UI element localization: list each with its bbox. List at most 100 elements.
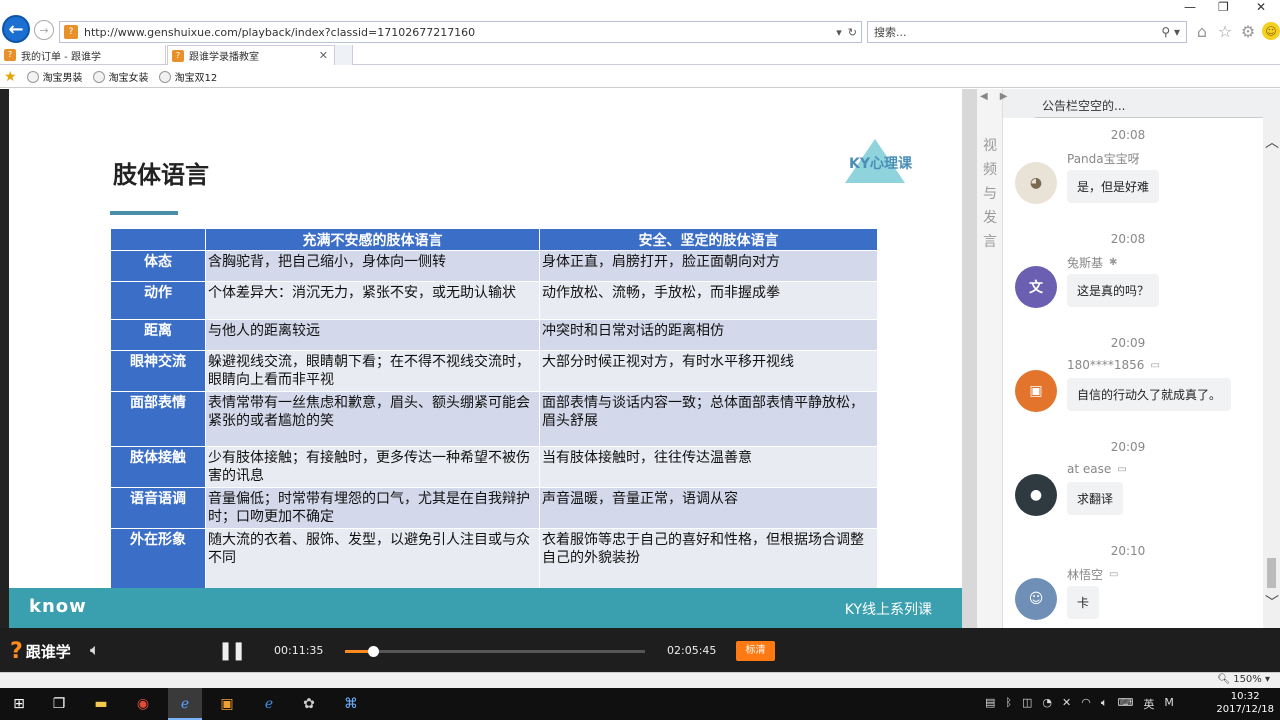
restore-button[interactable]: ❐ [1218, 0, 1229, 14]
close-window-button[interactable]: ✕ [1256, 0, 1266, 14]
progress-handle[interactable] [367, 646, 379, 657]
message-user: 林悟空 ▭ [1067, 566, 1118, 583]
row-category: 距离 [110, 319, 206, 351]
search-placeholder[interactable]: 搜索... [874, 24, 1161, 40]
windows-start-icon[interactable]: ⊞ [8, 693, 30, 715]
avatar[interactable]: 文 [1015, 266, 1057, 308]
forward-button[interactable]: → [34, 20, 54, 40]
insecure-cell: 与他人的距离较远 [205, 319, 540, 351]
clock-time: 10:32 [1230, 691, 1260, 702]
tray-app-icon[interactable]: ✕ [1062, 696, 1071, 712]
zoom-control[interactable]: 🔍︎ 150% ▾ [1217, 674, 1270, 685]
tray-app-icon[interactable]: ◔ [1042, 696, 1052, 712]
volume-icon[interactable]: 🔈︎ [90, 640, 100, 660]
smiley-feedback-icon[interactable]: ☺ [1262, 22, 1280, 40]
table-header-row: 充满不安感的肢体语言 安全、坚定的肢体语言 [110, 228, 878, 251]
ime-indicator[interactable]: 英 [1143, 696, 1154, 712]
message-time: 20:08 [1110, 232, 1146, 246]
internet-explorer-icon[interactable]: ℯ [174, 693, 196, 715]
taskbar: ⊞ ❐ ▬ ◉ ℯ ▣ ℯ ✿ ⌘ ▤ ᛒ ◫ ◔ ✕ ◠ 🔈︎ ⌨ 英 M 1… [0, 688, 1280, 720]
row-category: 面部表情 [110, 391, 206, 447]
edge-icon[interactable]: ℯ [258, 693, 280, 715]
video-and-chat-tab[interactable]: 视频与发言 [983, 134, 999, 254]
tab-my-orders[interactable]: ? 我的订单 - 跟谁学 [0, 45, 166, 65]
url-field[interactable]: ? http://www.genshuixue.com/playback/ind… [59, 21, 862, 43]
scroll-thumb[interactable] [1267, 558, 1276, 588]
next-arrow-icon[interactable]: ▶ [1000, 91, 1008, 102]
progress-bar[interactable] [345, 646, 645, 657]
pause-button[interactable]: ❚❚ [218, 640, 246, 661]
avatar[interactable]: ◕ [1015, 162, 1057, 204]
network-app-icon[interactable]: ⌘ [340, 693, 362, 715]
avatar[interactable]: ● [1015, 474, 1057, 516]
secure-cell: 身体正直，肩膀打开，脸正面朝向对方 [539, 250, 878, 282]
insecure-cell: 含胸驼背，把自己缩小，身体向一侧转 [205, 250, 540, 282]
pc-icon: ▭ [1109, 569, 1119, 580]
favorite-label: 淘宝女装 [108, 73, 149, 84]
chevron-up-icon[interactable]: ︿ [1265, 132, 1279, 152]
home-icon[interactable]: ⌂ [1193, 22, 1211, 41]
slide-scrollbar[interactable] [962, 89, 977, 628]
table-row: 距离 与他人的距离较远 冲突时和日常对话的距离相仿 [110, 319, 878, 351]
tray-app-icon[interactable]: ◫ [1022, 696, 1032, 712]
chevron-down-icon[interactable]: ﹀ [1265, 592, 1279, 612]
forward-arrow-icon: → [39, 23, 49, 37]
app-icon[interactable]: ✿ [298, 693, 320, 715]
favorite-link[interactable]: 淘宝双12 [158, 69, 217, 84]
table-row: 语音语调 音量偏低；时常带有埋怨的口气，尤其是在自我辩护时；口吻更加不确定 声音… [110, 487, 878, 529]
minimize-button[interactable]: — [1184, 0, 1196, 14]
message-user: Panda宝宝呀 [1067, 150, 1146, 167]
favorites-star-icon[interactable]: ★ [4, 69, 17, 85]
message-time: 20:10 [1110, 544, 1146, 558]
favorites-star-icon[interactable]: ☆ [1216, 22, 1234, 41]
chrome-icon[interactable]: ◉ [132, 693, 154, 715]
avatar[interactable]: ▣ [1015, 370, 1057, 412]
file-explorer-icon[interactable]: ▬ [90, 693, 112, 715]
url-text[interactable]: http://www.genshuixue.com/playback/index… [84, 26, 836, 39]
notice-board: 公告栏空空的... [1035, 94, 1263, 118]
tab-favicon-icon: ? [172, 49, 184, 62]
tab-close-icon[interactable]: ✕ [319, 49, 328, 62]
task-view-icon[interactable]: ❐ [48, 693, 70, 715]
back-button[interactable]: ← [2, 15, 30, 43]
chat-scrollbar[interactable]: ︿ ﹀ [1263, 118, 1280, 628]
prev-arrow-icon[interactable]: ◀ [980, 91, 988, 102]
search-field[interactable]: 搜索... ⚲ ▾ [867, 21, 1187, 43]
ky-logo: KY心理课 [839, 139, 919, 183]
dropdown-icon[interactable]: ▾ [836, 26, 842, 39]
refresh-icon[interactable]: ↻ [848, 26, 857, 39]
gear-icon[interactable]: ⚙ [1239, 22, 1257, 41]
quality-button[interactable]: 标清 [736, 641, 775, 661]
search-icon[interactable]: ⚲ ▾ [1161, 25, 1180, 39]
keyboard-icon[interactable]: ⌨ [1117, 696, 1133, 712]
tab-playback-classroom[interactable]: ? 跟谁学录播教室 ✕ [167, 45, 335, 65]
media-app-icon[interactable]: ▣ [216, 693, 238, 715]
player-logo: ? 跟谁学 [10, 639, 71, 664]
user-name: 180****1856 [1067, 358, 1145, 372]
user-name: Panda宝宝呀 [1067, 152, 1140, 166]
slide-title: 肢体语言 [113, 161, 209, 189]
question-mark-logo-icon: ? [10, 639, 23, 664]
pc-icon: ▭ [1150, 359, 1160, 371]
message-bubble: 是，但是好难 [1067, 170, 1160, 203]
row-category: 肢体接触 [110, 446, 206, 488]
volume-icon[interactable]: 🔈︎ [1101, 696, 1108, 712]
favorite-link[interactable]: 淘宝女装 [92, 69, 149, 84]
insecure-cell: 表情常带有一丝焦虑和歉意，眉头、额头绷紧可能会紧张的或者尴尬的笑 [205, 391, 540, 447]
clock[interactable]: 10:32 2017/12/18 [1216, 690, 1274, 716]
row-category: 体态 [110, 250, 206, 282]
tray-app-icon[interactable]: ▤ [985, 696, 995, 712]
bluetooth-icon[interactable]: ᛒ [1005, 696, 1012, 712]
insecure-cell: 随大流的衣着、服饰、发型，以避免引人注目或与众不同 [205, 528, 540, 589]
message-user: 兔斯基 ✱ [1067, 254, 1117, 271]
m-icon[interactable]: M [1164, 696, 1174, 712]
secure-cell: 大部分时候正视对方，有时水平移开视线 [539, 350, 878, 392]
avatar[interactable]: ☺ [1015, 578, 1057, 620]
new-tab-button[interactable] [335, 45, 353, 65]
favorite-link[interactable]: 淘宝男装 [26, 69, 83, 84]
secure-cell: 声音温暖，音量正常，语调从容 [539, 487, 878, 529]
wifi-icon[interactable]: ◠ [1081, 696, 1091, 712]
table-header: 安全、坚定的肢体语言 [539, 228, 878, 251]
insecure-cell: 躲避视线交流，眼睛朝下看；在不得不视线交流时，眼睛向上看而非平视 [205, 350, 540, 392]
status-bar: 🔍︎ 150% ▾ [0, 672, 1280, 688]
